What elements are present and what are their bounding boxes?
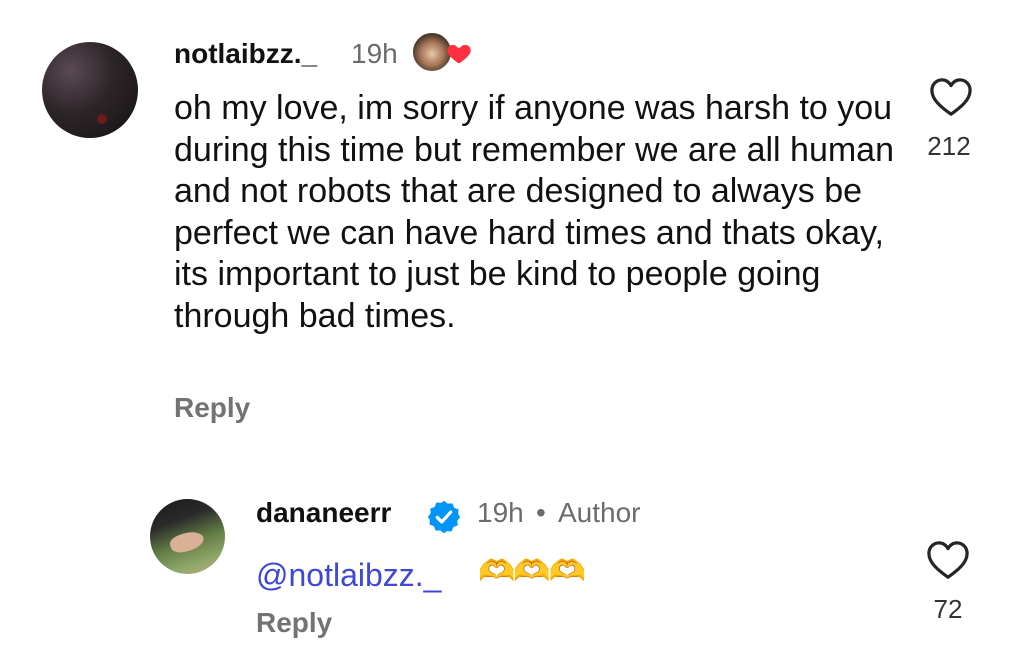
- comment-time: 19h: [477, 497, 524, 528]
- creator-reaction-badge: [411, 31, 473, 75]
- heart-outline-icon[interactable]: [925, 539, 971, 581]
- heart-hands-emoji: 🫶🫶🫶: [478, 555, 586, 588]
- comment-time: 19h: [351, 38, 398, 69]
- avatar[interactable]: [42, 42, 138, 138]
- comment-username[interactable]: notlaibzz._: [174, 38, 317, 70]
- comment-username[interactable]: dananeerr: [256, 497, 391, 529]
- reply-button[interactable]: Reply: [174, 392, 250, 424]
- mention-link[interactable]: @notlaibzz._: [256, 557, 441, 594]
- like-count: 212: [927, 131, 971, 161]
- separator-dot: •: [536, 497, 546, 528]
- like-count: 72: [933, 594, 963, 624]
- heart-icon: [447, 44, 471, 64]
- comment-text: oh my love, im sorry if anyone was harsh…: [174, 89, 894, 335]
- heart-outline-icon[interactable]: [928, 76, 974, 118]
- avatar[interactable]: [150, 499, 225, 574]
- verified-badge-icon: [427, 500, 461, 534]
- author-badge: Author: [558, 497, 641, 528]
- reply-button[interactable]: Reply: [256, 607, 332, 639]
